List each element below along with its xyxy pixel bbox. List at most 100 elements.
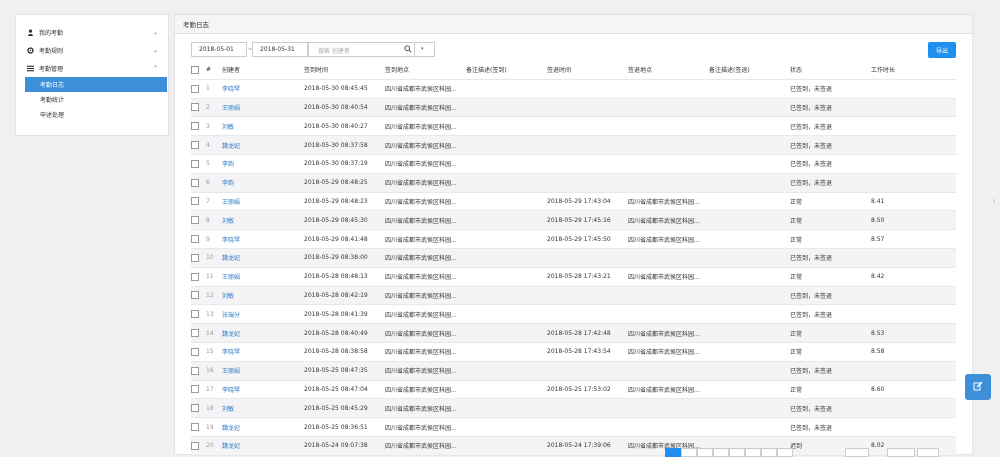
creator-link[interactable]: 魏龙妃 <box>222 323 304 343</box>
creator-link[interactable]: 张瑞分 <box>222 304 304 325</box>
table-cell <box>466 417 547 437</box>
creator-link[interactable]: 李韵 <box>222 173 304 193</box>
creator-link[interactable]: 李晓琴 <box>222 342 304 362</box>
row-checkbox[interactable] <box>191 116 206 137</box>
table-cell <box>871 79 956 99</box>
table-row[interactable]: 17 李晓琴 2018-05-25 08:47:04 四川省成都市武侯区科园... 20… <box>191 380 956 400</box>
table-cell <box>628 98 709 118</box>
table-row[interactable]: 19 魏龙妃 2018-05-25 08:36:51 四川省成都市武侯区科园... 已签… <box>191 417 956 437</box>
row-checkbox[interactable] <box>191 229 206 249</box>
row-checkbox[interactable] <box>191 342 206 362</box>
table-row[interactable]: 5 李韵 2018-05-30 08:37:19 四川省成都市武侯区科园... 已签到，… <box>191 154 956 174</box>
creator-link[interactable]: 刘敏 <box>222 116 304 137</box>
column-header[interactable]: 签退时间 <box>547 61 628 80</box>
chevron-down-icon[interactable]: ▾ <box>421 46 424 52</box>
row-checkbox[interactable] <box>191 380 206 400</box>
column-header[interactable]: 签到地点 <box>385 61 466 80</box>
creator-link[interactable]: 刘敏 <box>222 398 304 419</box>
creator-link[interactable]: 魏龙妃 <box>222 135 304 155</box>
table-row[interactable]: 14 魏龙妃 2018-05-28 08:40:49 四川省成都市武侯区科园... 20… <box>191 323 956 343</box>
sidebar-item-attendance-rules[interactable]: 考勤规则 ⌄ <box>16 41 168 59</box>
sidebar-subitem-attendance-stats[interactable]: 考勤统计 <box>16 92 168 107</box>
table-row[interactable]: 18 刘敏 2018-05-25 08:45:29 四川省成都市武侯区科园... 已签到… <box>191 398 956 419</box>
row-checkbox[interactable] <box>191 323 206 343</box>
table-row[interactable]: 9 李晓琴 2018-05-29 08:41:48 四川省成都市武侯区科园... 201… <box>191 229 956 249</box>
row-checkbox[interactable] <box>191 98 206 118</box>
main-panel: 考勤日志 2018-05-01 ~ 2018-05-31 搜索 创建者 ▾ 导出 <box>174 14 973 457</box>
table-row[interactable]: 1 李晓琴 2018-05-30 08:45:45 四川省成都市武侯区科园... 已签到… <box>191 79 956 99</box>
table-cell <box>709 267 790 287</box>
table-row[interactable]: 3 刘敏 2018-05-30 08:40:27 四川省成都市武侯区科园... 已签到，… <box>191 116 956 137</box>
row-checkbox[interactable] <box>191 304 206 325</box>
table-cell <box>709 417 790 437</box>
table-row[interactable]: 16 王丽娟 2018-05-25 08:47:35 四川省成都市武侯区科园... 已签… <box>191 361 956 381</box>
table-cell <box>547 135 628 155</box>
table-cell: 2018-05-30 08:45:45 <box>304 79 385 99</box>
row-checkbox[interactable] <box>191 192 206 212</box>
sidebar-item-my-attendance[interactable]: 我的考勤 ⌄ <box>16 23 168 41</box>
creator-link[interactable]: 李晓琴 <box>222 79 304 99</box>
row-checkbox[interactable] <box>191 417 206 437</box>
row-checkbox[interactable] <box>191 173 206 193</box>
row-checkbox[interactable] <box>191 154 206 174</box>
search-input[interactable]: 搜索 创建者 ▾ <box>308 42 435 57</box>
table-row[interactable]: 4 魏龙妃 2018-05-30 08:37:58 四川省成都市武侯区科园... 已签到… <box>191 135 956 155</box>
table-cell: 四川省成都市武侯区科园... <box>628 210 709 231</box>
table-row[interactable]: 10 魏龙妃 2018-05-29 08:38:00 四川省成都市武侯区科园... 已签… <box>191 248 956 268</box>
creator-link[interactable]: 王丽娟 <box>222 361 304 381</box>
start-date-input[interactable]: 2018-05-01 <box>191 42 247 57</box>
row-checkbox[interactable] <box>191 286 206 306</box>
search-icon[interactable] <box>404 45 412 55</box>
creator-link[interactable]: 王丽娟 <box>222 192 304 212</box>
table-row[interactable]: 13 张瑞分 2018-05-28 08:41:39 四川省成都市武侯区科园... 已签… <box>191 304 956 325</box>
row-checkbox[interactable] <box>191 267 206 287</box>
creator-link[interactable]: 李晓琴 <box>222 380 304 400</box>
column-header[interactable]: 签到时间 <box>304 61 385 80</box>
table-row[interactable]: 8 刘敏 2018-05-29 08:45:30 四川省成都市武侯区科园... 2018… <box>191 210 956 231</box>
column-header[interactable]: 工作时长 <box>871 61 956 80</box>
end-date-input[interactable]: 2018-05-31 <box>252 42 308 57</box>
creator-link[interactable]: 刘敏 <box>222 286 304 306</box>
table-row[interactable]: 2 王丽娟 2018-05-30 08:40:54 四川省成都市武侯区科园... 已签到… <box>191 98 956 118</box>
chevron-down-icon: ⌄ <box>152 28 158 36</box>
table-cell: 2018-05-28 08:41:39 <box>304 304 385 325</box>
table-cell: 正常 <box>790 229 871 249</box>
column-header[interactable]: 备注描述(签到) <box>466 61 547 80</box>
sidebar-item-attendance-management[interactable]: 考勤管理 ⌃ <box>16 59 168 77</box>
table-row[interactable]: 7 王丽娟 2018-05-29 08:48:23 四川省成都市武侯区科园... 201… <box>191 192 956 212</box>
table-cell: 2018-05-25 08:45:29 <box>304 398 385 419</box>
export-button[interactable]: 导出 <box>928 42 956 58</box>
creator-link[interactable]: 魏龙妃 <box>222 417 304 437</box>
row-index: 18 <box>206 398 222 419</box>
table-row[interactable]: 6 李韵 2018-05-29 08:48:25 四川省成都市武侯区科园... 已签到，… <box>191 173 956 193</box>
row-checkbox[interactable] <box>191 248 206 268</box>
creator-link[interactable]: 李韵 <box>222 154 304 174</box>
scrollbar-handle[interactable]: ⁞ <box>993 198 995 205</box>
row-checkbox[interactable] <box>191 135 206 155</box>
column-header[interactable]: 创建者 <box>222 61 304 80</box>
creator-link[interactable]: 王丽娟 <box>222 267 304 287</box>
column-header[interactable]: 状态 <box>790 61 871 80</box>
table-row[interactable]: 15 李晓琴 2018-05-28 08:38:58 四川省成都市武侯区科园... 20… <box>191 342 956 362</box>
row-index: 14 <box>206 323 222 343</box>
select-all-checkbox[interactable] <box>191 61 206 80</box>
edit-button[interactable] <box>965 374 991 400</box>
row-checkbox[interactable] <box>191 361 206 381</box>
column-header[interactable]: 备注描述(签退) <box>709 61 790 80</box>
creator-link[interactable]: 刘敏 <box>222 210 304 231</box>
creator-link[interactable]: 王丽娟 <box>222 98 304 118</box>
table-row[interactable]: 11 王丽娟 2018-05-28 08:48:13 四川省成都市武侯区科园... 20… <box>191 267 956 287</box>
row-checkbox[interactable] <box>191 79 206 99</box>
export-button-label: 导出 <box>935 47 948 55</box>
column-header[interactable]: 签退地点 <box>628 61 709 80</box>
row-checkbox[interactable] <box>191 398 206 419</box>
table-cell <box>709 210 790 231</box>
creator-link[interactable]: 李晓琴 <box>222 229 304 249</box>
sidebar-subitem-appeal[interactable]: 申述处理 <box>16 107 168 122</box>
table-cell: 正常 <box>790 342 871 362</box>
sidebar-subitem-attendance-log[interactable]: 考勤日志 <box>25 77 167 92</box>
table-row[interactable]: 12 刘敏 2018-05-28 08:42:19 四川省成都市武侯区科园... 已签到… <box>191 286 956 306</box>
table-cell: 已签到，未签退 <box>790 98 871 118</box>
row-checkbox[interactable] <box>191 210 206 231</box>
creator-link[interactable]: 魏龙妃 <box>222 248 304 268</box>
